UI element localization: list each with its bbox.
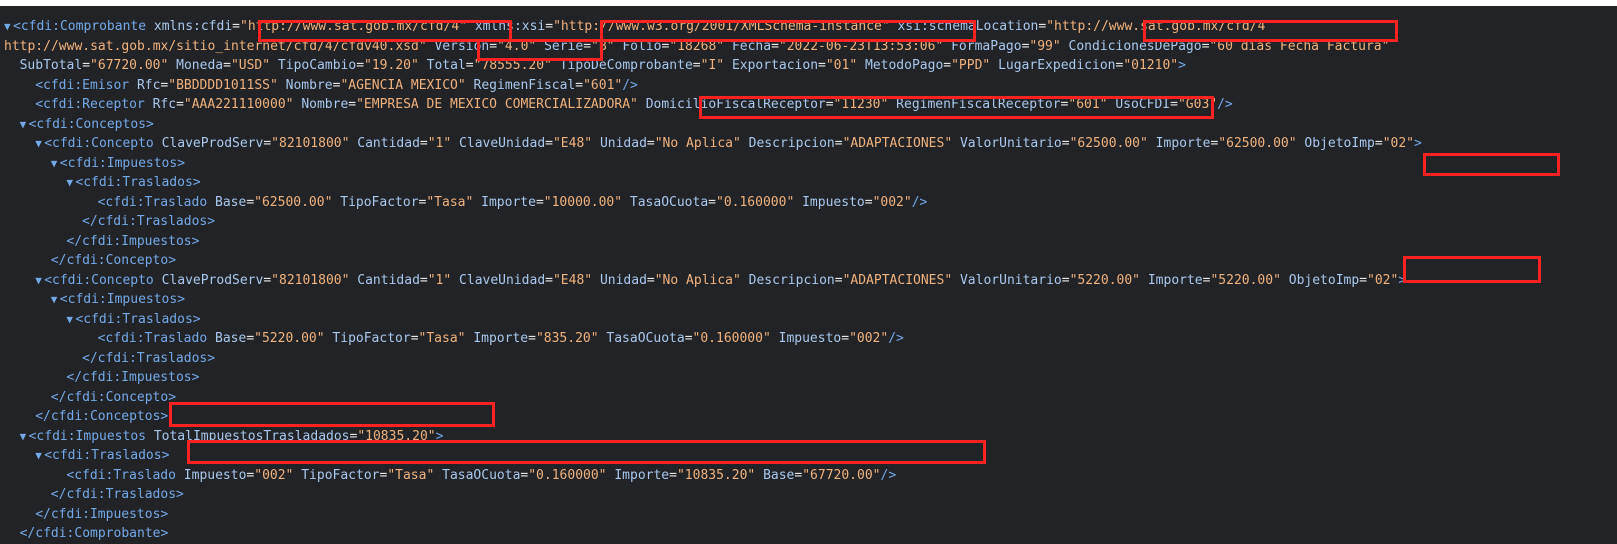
xml-line-content: </cfdi:Traslados> [82,350,216,366]
xml-line: ▼ <cfdi:Impuestos> [0,154,1617,174]
xml-line-content: </cfdi:Concepto> [50,253,177,268]
xml-line-content: </cfdi:Impuestos> [66,233,200,249]
xml-line-content: <cfdi:Traslado Base="5220.00" TipoFactor… [97,331,904,346]
xml-line-content: <cfdi:Concepto ClaveProdServ="82101800" … [44,272,1407,288]
xml-line-content: <cfdi:Traslados> [75,311,201,327]
xml-line: </cfdi:Impuestos> [0,505,1617,525]
xml-line: ▼ <cfdi:Impuestos> [0,290,1617,310]
xml-line-content: <cfdi:Conceptos> [28,116,154,132]
xml-line-content: SubTotal="67720.00" Moneda="USD" TipoCam… [19,58,1186,73]
xml-line: ▼ <cfdi:Traslados> [0,173,1617,193]
xml-line-content: </cfdi:Conceptos> [35,409,169,424]
xml-line: ▼ <cfdi:Comprobante xmlns:cfdi="http://ww… [0,17,1617,37]
xml-line-content: <cfdi:Comprobante xmlns:cfdi="http://www… [13,19,1266,34]
xml-line-content: <cfdi:Traslado Impuesto="002" TipoFactor… [66,467,897,483]
triangle-down-icon[interactable]: ▼ [51,290,60,310]
xml-line: <cfdi:Receptor Rfc="AAA221110000" Nombre… [0,95,1617,115]
xml-line-content: <cfdi:Receptor Rfc="AAA221110000" Nombre… [35,97,1233,112]
xml-line-content: <cfdi:Impuestos> [59,155,186,171]
xml-line: </cfdi:Comprobante> [0,524,1617,544]
xml-line-content: <cfdi:Impuestos> [59,292,186,307]
triangle-down-icon[interactable]: ▼ [35,446,44,466]
xml-line: </cfdi:Traslados> [0,349,1617,369]
xml-line-content: </cfdi:Impuestos> [35,506,169,522]
xml-line-content: <cfdi:Traslado Base="62500.00" TipoFacto… [97,194,928,210]
xml-line-content: </cfdi:Impuestos> [66,370,200,385]
triangle-down-icon[interactable]: ▼ [20,115,29,135]
xml-line: ▼ <cfdi:Traslados> [0,446,1617,466]
xml-line: ▼ <cfdi:Impuestos TotalImpuestosTrasladad… [0,427,1617,447]
triangle-down-icon[interactable]: ▼ [35,134,44,154]
xml-line: <cfdi:Traslado Base="62500.00" TipoFacto… [0,193,1617,213]
xml-line-content: <cfdi:Impuestos TotalImpuestosTrasladado… [28,428,444,444]
xml-line: ▼ <cfdi:Conceptos> [0,115,1617,135]
xml-line: ▼ <cfdi:Traslados> [0,310,1617,330]
xml-line-content: <cfdi:Emisor Rfc="BBDDDD1011SS" Nombre="… [35,77,638,93]
xml-line: </cfdi:Traslados> [0,485,1617,505]
xml-line: </cfdi:Traslados> [0,212,1617,232]
xml-line: </cfdi:Impuestos> [0,368,1617,388]
xml-viewer: ▼ <cfdi:Comprobante xmlns:cfdi="http://ww… [0,0,1617,541]
xml-line-content: <cfdi:Traslados> [44,448,170,463]
xml-line: <cfdi:Emisor Rfc="BBDDDD1011SS" Nombre="… [0,76,1617,96]
xml-line-content: </cfdi:Traslados> [82,214,216,229]
xml-line: </cfdi:Concepto> [0,388,1617,408]
xml-line-content: http://www.sat.gob.mx/sitio_internet/cfd… [4,38,1390,54]
xml-line-content: <cfdi:Traslados> [75,175,201,190]
xml-line: </cfdi:Concepto> [0,251,1617,271]
triangle-down-icon[interactable]: ▼ [35,271,44,291]
xml-line: </cfdi:Conceptos> [0,407,1617,427]
xml-line: <cfdi:Traslado Base="5220.00" TipoFactor… [0,329,1617,349]
xml-line-content: </cfdi:Comprobante> [19,526,169,541]
xml-line: SubTotal="67720.00" Moneda="USD" TipoCam… [0,56,1617,76]
xml-line-content: </cfdi:Concepto> [50,389,177,405]
xml-line: <cfdi:Traslado Impuesto="002" TipoFactor… [0,466,1617,486]
triangle-down-icon[interactable]: ▼ [20,427,29,447]
xml-tree: ▼ <cfdi:Comprobante xmlns:cfdi="http://ww… [0,17,1617,544]
xml-line: ▼ <cfdi:Concepto ClaveProdServ="82101800"… [0,134,1617,154]
xml-line-content: </cfdi:Traslados> [50,487,184,502]
xml-line: http://www.sat.gob.mx/sitio_internet/cfd… [0,37,1617,57]
xml-line: ▼ <cfdi:Concepto ClaveProdServ="82101800"… [0,271,1617,291]
xml-line: </cfdi:Impuestos> [0,232,1617,252]
xml-line-content: <cfdi:Concepto ClaveProdServ="82101800" … [44,136,1422,151]
triangle-down-icon[interactable]: ▼ [4,17,13,37]
triangle-down-icon[interactable]: ▼ [51,154,60,174]
top-bar [0,0,1617,6]
